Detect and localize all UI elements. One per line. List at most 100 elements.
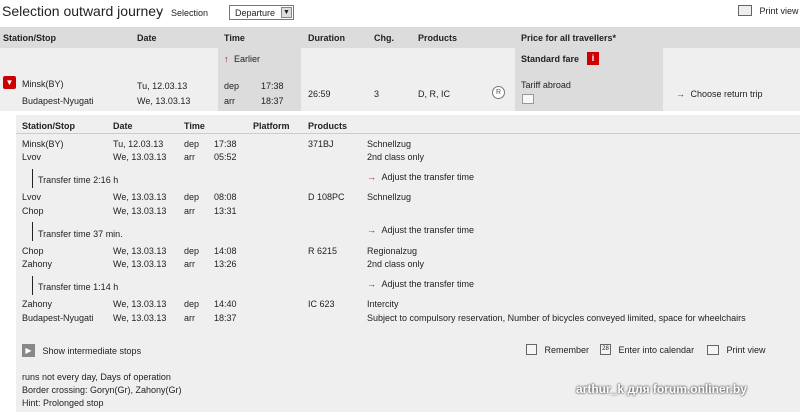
adjust-transfer-label: Adjust the transfer time: [381, 225, 475, 235]
leg-dep-label: dep: [184, 299, 200, 309]
leg-date-arr: We, 13.03.13: [113, 259, 167, 269]
col-changes: Chg.: [374, 33, 394, 43]
direction-select[interactable]: Departure ▼: [229, 5, 294, 20]
tariff-abroad: Tariff abroad: [521, 80, 571, 90]
leg-date-dep: We, 13.03.13: [113, 246, 167, 256]
print-view-top[interactable]: Print view: [738, 5, 799, 17]
leg-date-dep: We, 13.03.13: [113, 299, 167, 309]
transfer-line: [32, 222, 33, 241]
chevron-right-icon: ▶: [22, 344, 35, 357]
leg-date-dep: Tu, 12.03.13: [113, 139, 164, 149]
header-sub-row-mid: [301, 48, 515, 71]
page-title: Selection outward journey: [2, 3, 164, 19]
journey-date-arr: We, 13.03.13: [137, 96, 191, 106]
leg-info1: Schnellzug: [367, 139, 412, 149]
leg-from: Lvov: [22, 192, 42, 202]
reservation-icon: R: [492, 86, 505, 99]
journey-duration: 26:59: [308, 89, 331, 99]
leg-info2: Subject to compulsory reservation, Numbe…: [367, 313, 746, 323]
envelope-icon: [522, 94, 534, 104]
col-date: Date: [137, 33, 157, 43]
journey-time-dep: 17:38: [261, 81, 284, 91]
leg-arr-label: arr: [184, 313, 195, 323]
details-header-line: [16, 133, 800, 134]
leg-time-arr: 13:31: [214, 206, 237, 216]
leg-from: Chop: [22, 246, 44, 256]
selection-label: Selection: [171, 8, 209, 18]
detail-col-platform: Platform: [253, 121, 290, 131]
transfer-time: Transfer time 2:16 h: [38, 175, 119, 185]
leg-time-arr: 13:26: [214, 259, 237, 269]
journey-products: D, R, IC: [418, 89, 451, 99]
calendar-label: Enter into calendar: [618, 344, 695, 355]
leg-product: IC 623: [308, 299, 335, 309]
detail-col-products: Products: [308, 121, 348, 131]
direction-select-value: Departure: [235, 8, 276, 18]
arrow-right-icon: →: [367, 225, 376, 235]
leg-time-dep: 14:08: [214, 246, 237, 256]
detail-col-date: Date: [113, 121, 133, 131]
leg-date-arr: We, 13.03.13: [113, 206, 167, 216]
adjust-transfer-label: Adjust the transfer time: [381, 279, 475, 289]
arrow-up-icon: ↑: [224, 54, 229, 64]
print-view-button[interactable]: Print view: [707, 344, 766, 355]
adjust-transfer-link[interactable]: → Adjust the transfer time: [367, 172, 474, 182]
leg-to: Lvov: [22, 152, 42, 162]
transfer-time: Transfer time 1:14 h: [38, 282, 119, 292]
journey-to: Budapest-Nyugati: [22, 96, 94, 106]
arrow-right-icon: →: [367, 172, 376, 182]
col-station: Station/Stop: [3, 33, 56, 43]
info-icon[interactable]: i: [587, 52, 599, 65]
arrow-right-icon: →: [676, 89, 685, 99]
journey-date-dep: Tu, 12.03.13: [137, 81, 188, 91]
printer-icon: [738, 5, 752, 17]
print-view-label: Print view: [726, 344, 766, 355]
column-header-bar: [0, 27, 800, 48]
journey-price-block: [515, 71, 663, 111]
leg-dep-label: dep: [184, 246, 200, 256]
leg-to: Zahony: [22, 259, 53, 269]
journey-arr-label: arr: [224, 96, 235, 106]
leg-time-dep: 08:08: [214, 192, 237, 202]
arrow-right-icon: →: [367, 279, 376, 289]
header-sub-row: [0, 48, 218, 71]
col-time: Time: [224, 33, 245, 43]
leg-from: Zahony: [22, 299, 53, 309]
leg-time-dep: 17:38: [214, 139, 237, 149]
chevron-down-icon: ▼: [281, 7, 292, 18]
leg-product: R 6215: [308, 246, 338, 256]
leg-date-arr: We, 13.03.13: [113, 313, 167, 323]
transfer-line: [32, 169, 33, 188]
leg-info1: Schnellzug: [367, 192, 412, 202]
journey-changes: 3: [374, 89, 380, 99]
leg-date-dep: We, 13.03.13: [113, 192, 167, 202]
header-sub-row-right: [663, 48, 800, 71]
leg-info2: 2nd class only: [367, 152, 425, 162]
col-price: Price for all travellers*: [521, 33, 617, 43]
earlier-label: Earlier: [234, 54, 261, 64]
show-stops-label: Show intermediate stops: [42, 345, 142, 356]
adjust-transfer-link[interactable]: → Adjust the transfer time: [367, 225, 474, 235]
adjust-transfer-link[interactable]: → Adjust the transfer time: [367, 279, 474, 289]
leg-dep-label: dep: [184, 192, 200, 202]
bookmark-icon: [526, 344, 537, 356]
watermark: arthur_k для forum.onliner.by: [576, 382, 747, 396]
note-line-3: Hint: Prolonged stop: [22, 398, 104, 408]
journey-from: Minsk(BY): [22, 79, 64, 89]
journey-dep-label: dep: [224, 81, 240, 91]
col-duration: Duration: [308, 33, 345, 43]
leg-time-dep: 14:40: [214, 299, 237, 309]
note-line-1: runs not every day, Days of operation: [22, 372, 171, 382]
leg-time-arr: 18:37: [214, 313, 237, 323]
show-stops-toggle[interactable]: ▶ Show intermediate stops: [22, 344, 141, 357]
detail-col-station: Station/Stop: [22, 121, 75, 131]
calendar-button[interactable]: 28 Enter into calendar: [600, 344, 695, 356]
choose-return-link[interactable]: → Choose return trip: [676, 89, 763, 99]
transfer-time: Transfer time 37 min.: [38, 229, 123, 239]
leg-arr-label: arr: [184, 259, 195, 269]
print-view-label: Print view: [759, 5, 799, 16]
remember-label: Remember: [544, 344, 590, 355]
earlier-link[interactable]: ↑ Earlier: [224, 54, 260, 64]
remember-button[interactable]: Remember: [526, 344, 590, 356]
leg-to: Budapest-Nyugati: [22, 313, 94, 323]
